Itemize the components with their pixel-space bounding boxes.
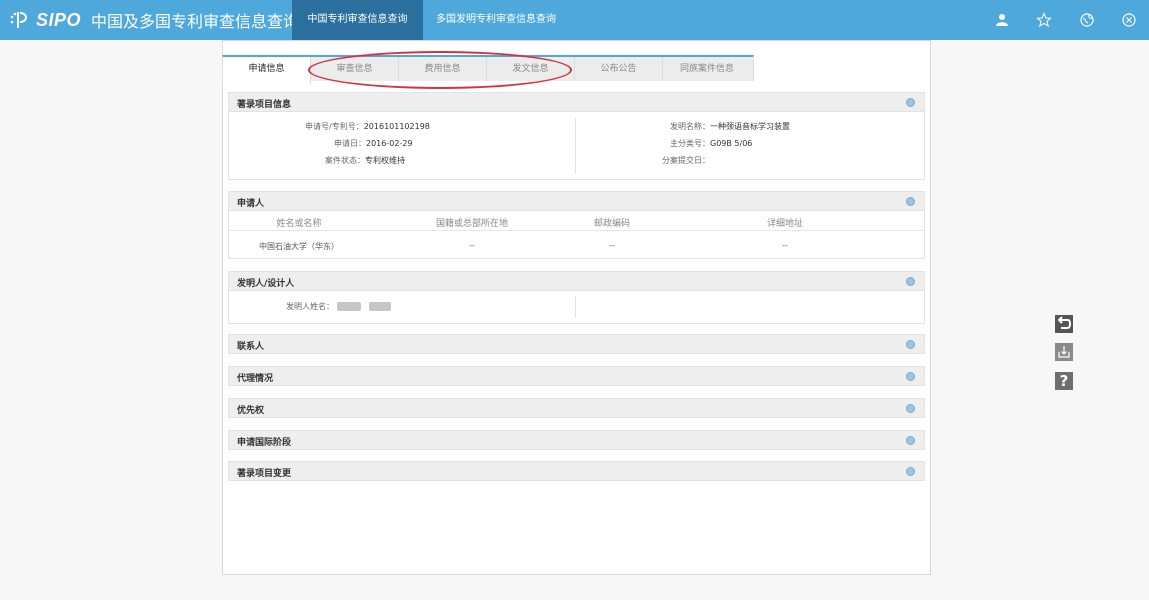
section-body: 发明人姓名： (228, 291, 925, 324)
download-icon[interactable] (1055, 343, 1073, 361)
section-agency: 代理情况 (228, 366, 925, 386)
application-date-field: 申请日：2016-02-29 (334, 139, 413, 148)
table-cell: -- (782, 241, 788, 250)
section-bibliographic-changes: 著录项目变更 (228, 461, 925, 481)
table-header (229, 211, 924, 231)
tab-family-cases[interactable]: 同族案件信息 (663, 57, 751, 81)
application-number-field: 申请号/专利号：2016101102198 (305, 122, 430, 131)
tab-examination-info[interactable]: 审查信息 (311, 57, 399, 81)
help-icon[interactable]: ? (1055, 372, 1073, 390)
section-title: 代理情况 (237, 374, 274, 384)
star-icon[interactable] (1036, 12, 1052, 28)
section-body: 姓名或名称 国籍或总部所在地 邮政编码 详细地址 中国石油大学（华东） -- -… (228, 211, 925, 259)
top-header-bar: SIPO 中国及多国专利审查信息查询 中国专利审查信息查询 多国发明专利审查信息… (0, 0, 1149, 40)
section-header[interactable]: 著录项目变更 (228, 461, 925, 481)
toggle-icon[interactable] (906, 404, 915, 413)
toggle-icon[interactable] (906, 98, 915, 107)
section-priority: 优先权 (228, 398, 925, 418)
close-icon[interactable] (1121, 12, 1137, 28)
brand-text: SIPO (36, 9, 82, 30)
section-contact: 联系人 (228, 334, 925, 354)
table-cell: 中国石油大学（华东） (259, 242, 339, 251)
case-status-field: 案件状态：专利权维持 (325, 156, 405, 165)
section-title: 著录项目信息 (237, 100, 292, 110)
section-header[interactable]: 著录项目信息 (228, 92, 925, 112)
section-header[interactable]: 申请人 (228, 191, 925, 211)
section-title: 联系人 (237, 342, 265, 352)
nav-multi-country-query[interactable]: 多国发明专利审查信息查询 (428, 0, 588, 40)
section-header[interactable]: 联系人 (228, 334, 925, 354)
toggle-icon[interactable] (906, 277, 915, 286)
site-title: 中国及多国专利审查信息查询 (91, 12, 300, 31)
sipo-logo-icon (10, 12, 27, 28)
nav-cn-patent-query[interactable]: 中国专利审查信息查询 (292, 0, 423, 40)
inventor-name-field: 发明人姓名： (286, 301, 391, 312)
toggle-icon[interactable] (906, 197, 915, 206)
section-applicant: 申请人 姓名或名称 国籍或总部所在地 邮政编码 详细地址 中国石油大学（华东） … (228, 191, 925, 259)
table-cell: -- (469, 241, 475, 250)
section-header[interactable]: 申请国际阶段 (228, 430, 925, 450)
back-icon[interactable] (1055, 315, 1073, 333)
section-title: 著录项目变更 (237, 469, 292, 479)
table-cell: -- (609, 241, 615, 250)
tab-application-info[interactable]: 申请信息 (223, 57, 311, 84)
tab-fee-info[interactable]: 费用信息 (399, 57, 487, 81)
section-bibliographic: 著录项目信息 申请号/专利号：2016101102198 申请日：2016-02… (228, 92, 925, 180)
column-header: 国籍或总部所在地 (435, 219, 509, 229)
section-international-phase: 申请国际阶段 (228, 430, 925, 450)
section-body: 申请号/专利号：2016101102198 申请日：2016-02-29 案件状… (228, 112, 925, 180)
section-title: 优先权 (237, 406, 265, 416)
column-header: 姓名或名称 (276, 219, 322, 229)
section-header[interactable]: 代理情况 (228, 366, 925, 386)
division-date-field: 分案提交日： (662, 156, 710, 165)
column-divider (575, 118, 576, 174)
invention-name-field: 发明名称：一种颈语音标学习装置 (670, 122, 790, 131)
main-class-field: 主分类号：G09B 5/06 (670, 139, 753, 148)
section-title: 申请人 (237, 199, 265, 209)
column-divider (575, 296, 576, 318)
toggle-icon[interactable] (906, 436, 915, 445)
section-title: 申请国际阶段 (237, 438, 292, 448)
sipo-logo[interactable]: SIPO 中国及多国专利审查信息查询 (8, 0, 299, 40)
tab-publication[interactable]: 公布公告 (575, 57, 663, 81)
section-header[interactable]: 发明人/设计人 (228, 271, 925, 291)
user-icon[interactable] (994, 12, 1010, 28)
section-title: 发明人/设计人 (237, 279, 295, 289)
redacted-name (337, 302, 361, 311)
column-header: 邮政编码 (593, 219, 631, 229)
globe-icon[interactable] (1079, 12, 1095, 28)
redacted-name (369, 302, 391, 311)
tab-dispatch-info[interactable]: 发文信息 (487, 57, 575, 81)
column-header: 详细地址 (766, 219, 804, 229)
toggle-icon[interactable] (906, 372, 915, 381)
detail-tabs: 申请信息 审查信息 费用信息 发文信息 公布公告 同族案件信息 (222, 55, 754, 84)
toggle-icon[interactable] (906, 467, 915, 476)
toggle-icon[interactable] (906, 340, 915, 349)
section-header[interactable]: 优先权 (228, 398, 925, 418)
section-inventor: 发明人/设计人 发明人姓名： (228, 271, 925, 324)
